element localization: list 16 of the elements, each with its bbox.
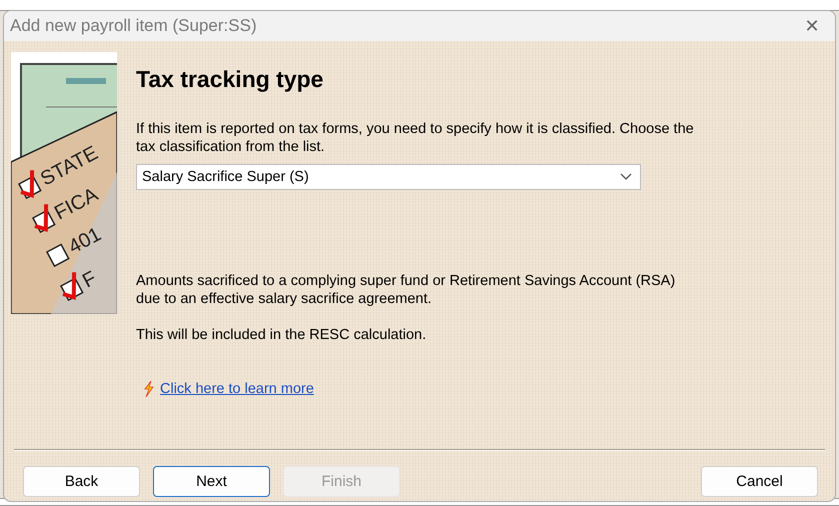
form-label: 401 xyxy=(65,223,105,258)
form-label: F xyxy=(79,267,100,292)
window-title: Add new payroll item (Super:SS) xyxy=(10,16,257,36)
page-heading: Tax tracking type xyxy=(136,66,324,93)
close-button[interactable]: ✕ xyxy=(789,11,835,41)
instruction-text: If this item is reported on tax forms, you need to specify how it is classified. Choose the tax classification from the list. xyxy=(136,120,695,156)
wizard-button[interactable]: Next xyxy=(153,466,270,497)
chevron-down-icon xyxy=(620,173,632,181)
lightning-icon xyxy=(144,381,154,397)
form-label: FICA xyxy=(51,184,102,224)
description-text: Amounts sacrificed to a complying super fund or Retirement Savings Account (RSA) due to an effective salary sacrifice agreement. xyxy=(136,272,676,308)
wizard-button[interactable]: Back xyxy=(23,466,140,497)
tax-classification-dropdown[interactable]: Salary Sacrifice Super (S) xyxy=(136,164,641,190)
wizard-button[interactable]: Cancel xyxy=(701,466,818,497)
description-text: This will be included in the RESC calculation. xyxy=(136,326,428,344)
learn-more-link[interactable]: Click here to learn more xyxy=(160,381,314,397)
